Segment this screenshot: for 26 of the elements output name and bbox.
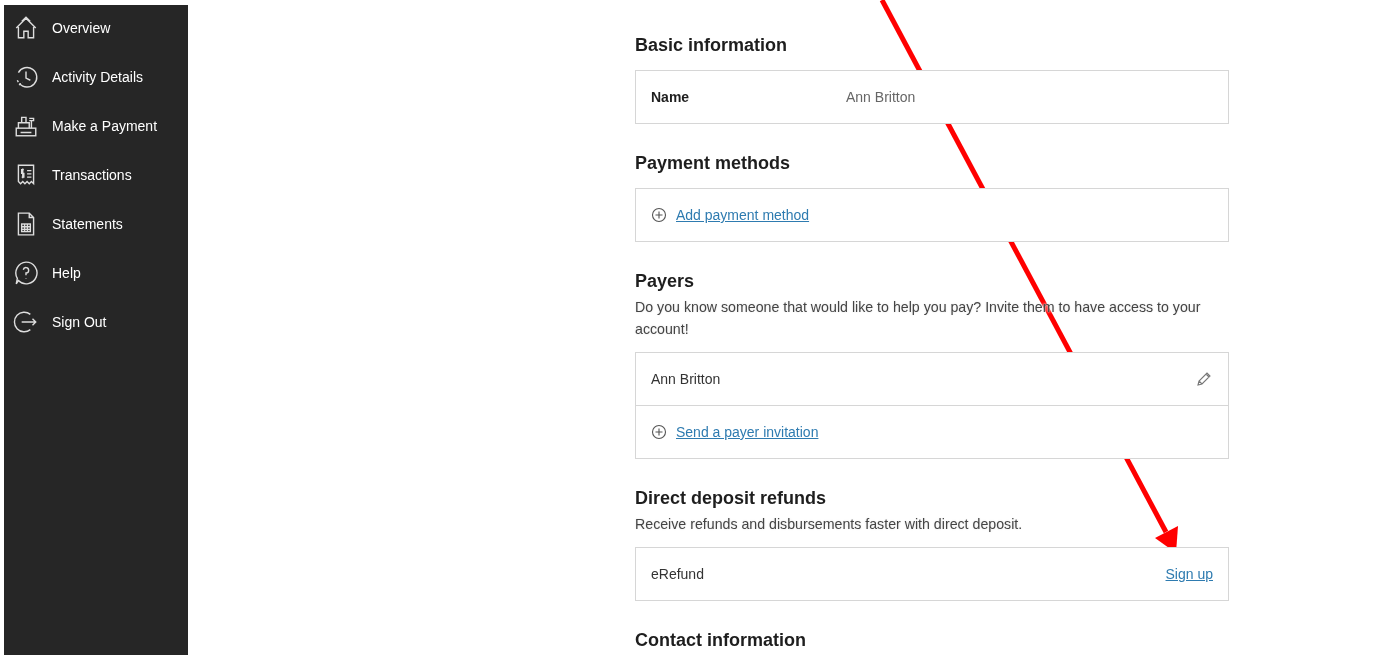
add-link[interactable]: Add payment method [676, 207, 810, 223]
sign-out-icon [13, 309, 39, 335]
sidebar-item[interactable]: Sign Out [4, 297, 188, 347]
sidebar-item[interactable]: Make a Payment [4, 101, 188, 151]
row-label: eRefund [651, 566, 704, 582]
section-description: Receive refunds and disbursements faster with direct deposit. [635, 515, 1024, 534]
section-heading: Direct deposit refunds [635, 487, 827, 510]
plus-circle-icon [651, 207, 667, 223]
section-heading: Contact information [635, 629, 806, 652]
section-heading: Payment methods [635, 152, 791, 175]
help-icon [13, 260, 39, 286]
section-heading: Basic information [635, 34, 788, 57]
sign-up-link[interactable]: Sign up [1165, 566, 1213, 582]
sidebar-item[interactable]: Help [4, 248, 188, 298]
payer-name: Ann Britton [651, 371, 721, 387]
sidebar-item[interactable]: Overview [4, 3, 188, 53]
field-label: Name [651, 89, 691, 105]
add-link[interactable]: Send a payer invitation [676, 424, 819, 440]
house-icon [13, 15, 39, 41]
sidebar-item[interactable]: Activity Details [4, 52, 188, 102]
pencil-icon[interactable] [1195, 370, 1213, 388]
plus-circle-icon [651, 424, 667, 440]
sidebar-item[interactable]: Transactions [4, 150, 188, 200]
field-value: Ann Britton [846, 89, 916, 105]
section-heading: Payers [635, 270, 695, 293]
sidebar-item[interactable]: Statements [4, 199, 188, 249]
